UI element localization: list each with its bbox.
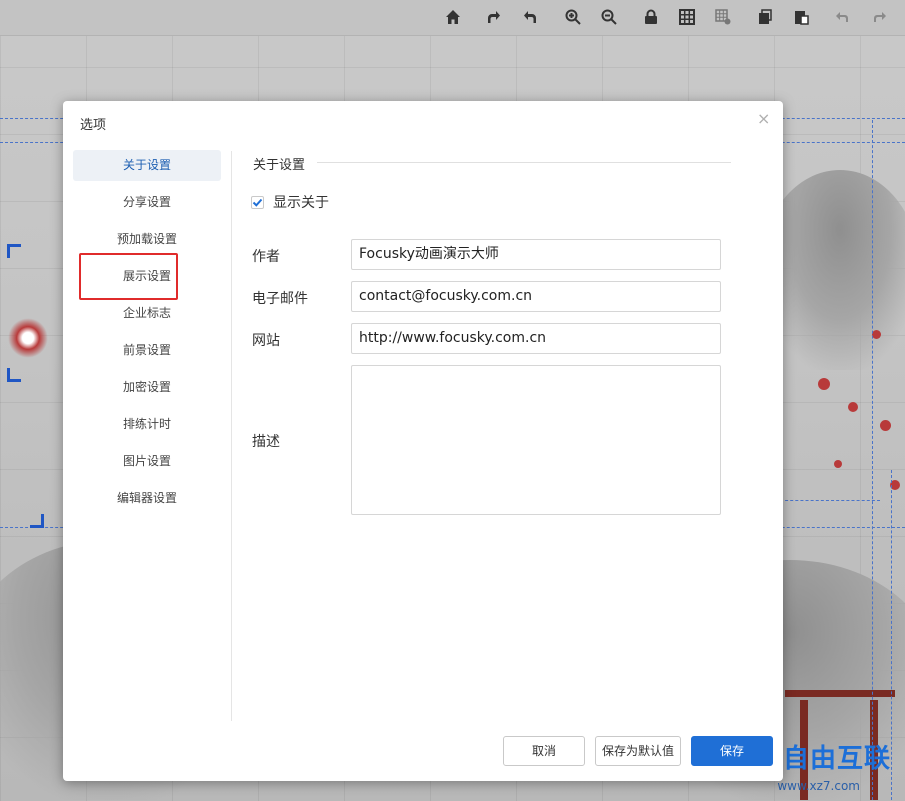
selection-corner (7, 244, 21, 258)
sidebar-item-about[interactable]: 关于设置 (73, 150, 221, 181)
grid-settings-icon[interactable] (713, 8, 733, 28)
torii-gate-decoration (785, 690, 895, 697)
blossom-decoration (872, 330, 881, 339)
email-label: 电子邮件 (252, 291, 308, 307)
sidebar-item-preload[interactable]: 预加载设置 (73, 224, 221, 255)
close-icon[interactable]: × (757, 111, 770, 127)
options-sidebar: 关于设置 分享设置 预加载设置 展示设置 企业标志 前景设置 加密设置 排练计时… (73, 150, 221, 520)
section-divider (317, 162, 731, 163)
undo-icon[interactable] (521, 8, 541, 28)
blossom-decoration (8, 318, 48, 358)
paste-icon[interactable] (791, 8, 811, 28)
zoom-in-icon[interactable] (563, 8, 583, 28)
sidebar-item-rehearsal-timing[interactable]: 排练计时 (73, 409, 221, 440)
back-icon[interactable] (833, 8, 853, 28)
checkmark-icon (252, 198, 263, 207)
sidebar-item-encryption[interactable]: 加密设置 (73, 372, 221, 403)
show-about-checkbox[interactable] (251, 195, 264, 209)
blossom-decoration (818, 378, 830, 390)
show-about-row: 显示关于 (251, 193, 329, 211)
annotation-highlight-box (79, 253, 178, 300)
website-field[interactable]: http://www.focusky.com.cn (351, 323, 721, 354)
selection-guide (891, 470, 892, 800)
redo-icon[interactable] (483, 8, 503, 28)
zoom-out-icon[interactable] (599, 8, 619, 28)
options-dialog: 选项 × 关于设置 分享设置 预加载设置 展示设置 企业标志 前景设置 加密设置… (63, 101, 783, 781)
home-icon[interactable] (443, 8, 463, 28)
author-field[interactable]: Focusky动画演示大师 (351, 239, 721, 270)
description-label: 描述 (252, 434, 280, 450)
selection-corner (7, 368, 21, 382)
blossom-decoration (848, 402, 858, 412)
section-title: 关于设置 (253, 158, 306, 173)
top-toolbar (0, 0, 905, 36)
website-label: 网站 (252, 333, 280, 349)
dialog-title: 选项 (80, 118, 107, 133)
cancel-button[interactable]: 取消 (503, 736, 585, 766)
blossom-decoration (834, 460, 842, 468)
author-label: 作者 (252, 249, 280, 265)
selection-guide (780, 500, 880, 501)
sidebar-item-editor[interactable]: 编辑器设置 (73, 483, 221, 514)
sidebar-item-share[interactable]: 分享设置 (73, 187, 221, 218)
selection-guide (872, 120, 873, 800)
show-about-label: 显示关于 (273, 195, 329, 211)
selection-corner (30, 514, 44, 528)
email-field[interactable]: contact@focusky.com.cn (351, 281, 721, 312)
sidebar-item-company-logo[interactable]: 企业标志 (73, 298, 221, 329)
watermark-logo: 自由互联 (782, 744, 891, 774)
save-as-default-button[interactable]: 保存为默认值 (595, 736, 681, 766)
save-button[interactable]: 保存 (691, 736, 773, 766)
forward-icon[interactable] (869, 8, 889, 28)
sidebar-item-image[interactable]: 图片设置 (73, 446, 221, 477)
copy-icon[interactable] (755, 8, 775, 28)
blossom-decoration (880, 420, 891, 431)
lock-icon[interactable] (641, 8, 661, 28)
description-field[interactable] (351, 365, 721, 515)
grid-icon[interactable] (677, 8, 697, 28)
sidebar-divider (231, 151, 232, 721)
sidebar-item-foreground[interactable]: 前景设置 (73, 335, 221, 366)
watermark-url: www.xz7.com (777, 779, 860, 793)
